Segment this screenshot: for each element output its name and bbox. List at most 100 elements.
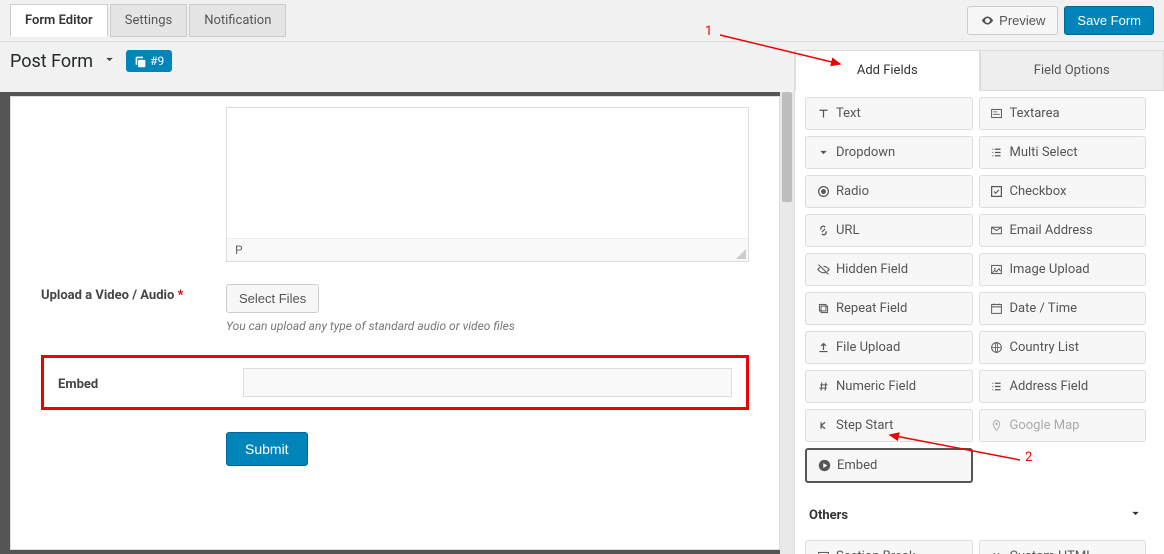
- multiselect-icon: [990, 146, 1004, 160]
- field-label: Numeric Field: [836, 379, 916, 394]
- field-textarea[interactable]: Textarea: [979, 97, 1147, 130]
- field-step-start[interactable]: Step Start: [805, 409, 973, 442]
- save-form-button[interactable]: Save Form: [1064, 6, 1154, 35]
- top-tabs: Form Editor Settings Notification: [10, 4, 286, 37]
- custom-fields-grid: Text Textarea Dropdown Multi Select Radio Che…: [805, 91, 1146, 497]
- field-country-list[interactable]: Country List: [979, 331, 1147, 364]
- submit-button[interactable]: Submit: [226, 432, 308, 466]
- step-icon: [816, 419, 830, 433]
- tab-label: Settings: [125, 13, 172, 28]
- field-custom-html[interactable]: Custom HTML: [979, 540, 1147, 554]
- submit-label: Submit: [245, 441, 289, 457]
- dropdown-icon: [816, 146, 830, 160]
- rte-path: P: [235, 243, 243, 257]
- radio-icon: [816, 185, 830, 199]
- field-label: Address Field: [1010, 379, 1089, 394]
- tab-notification[interactable]: Notification: [189, 4, 286, 37]
- submit-row: Submit: [41, 432, 749, 466]
- tab-label: Notification: [204, 13, 271, 28]
- sidebar: Add Fields Field Options Text Textarea Dro…: [794, 50, 1164, 554]
- field-label: Text: [836, 106, 861, 121]
- text-icon: [816, 107, 830, 121]
- field-label: Section Break: [836, 549, 916, 554]
- upload-icon: [816, 341, 830, 355]
- field-label: Repeat Field: [836, 301, 907, 316]
- field-google-map: Google Map: [979, 409, 1147, 442]
- field-radio[interactable]: Radio: [805, 175, 973, 208]
- field-label: Google Map: [1010, 418, 1080, 433]
- others-section-toggle[interactable]: Others: [805, 497, 1146, 534]
- field-email-address[interactable]: Email Address: [979, 214, 1147, 247]
- field-numeric-field[interactable]: Numeric Field: [805, 370, 973, 403]
- field-hidden-field[interactable]: Hidden Field: [805, 253, 973, 286]
- form-id-text: #9: [150, 54, 164, 68]
- chevron-down-icon: [1129, 507, 1142, 524]
- field-label: Dropdown: [836, 145, 895, 160]
- preview-button[interactable]: Preview: [967, 6, 1058, 35]
- select-files-button[interactable]: Select Files: [226, 284, 319, 313]
- field-url[interactable]: URL: [805, 214, 973, 247]
- form-title: Post Form: [10, 51, 93, 72]
- resize-handle-icon[interactable]: [736, 249, 746, 259]
- rte-row: P: [41, 107, 749, 262]
- others-label: Others: [809, 508, 848, 523]
- field-label: Custom HTML: [1010, 549, 1094, 554]
- repeat-icon: [816, 302, 830, 316]
- field-label: URL: [836, 223, 859, 238]
- field-repeat-field[interactable]: Repeat Field: [805, 292, 973, 325]
- tab-add-fields-label: Add Fields: [857, 63, 918, 78]
- field-date-time[interactable]: Date / Time: [979, 292, 1147, 325]
- section-icon: [816, 550, 830, 554]
- field-section-break[interactable]: Section Break: [805, 540, 973, 554]
- editor-scrollbar[interactable]: [780, 92, 794, 554]
- field-label: Country List: [1010, 340, 1080, 355]
- editor-scrollbar-thumb[interactable]: [782, 92, 792, 202]
- checkbox-icon: [990, 185, 1004, 199]
- field-image-upload[interactable]: Image Upload: [979, 253, 1147, 286]
- copy-icon: [134, 55, 147, 68]
- field-label: Step Start: [836, 418, 893, 433]
- tab-field-options[interactable]: Field Options: [980, 50, 1164, 91]
- field-address-field[interactable]: Address Field: [979, 370, 1147, 403]
- upload-label: Upload a Video / Audio: [41, 288, 174, 303]
- textarea-icon: [990, 107, 1004, 121]
- field-file-upload[interactable]: File Upload: [805, 331, 973, 364]
- play-icon: [817, 459, 831, 473]
- field-label: Radio: [836, 184, 869, 199]
- tab-label: Form Editor: [25, 13, 93, 28]
- field-label: Hidden Field: [836, 262, 908, 277]
- rich-text-editor[interactable]: P: [226, 107, 749, 262]
- form-id-badge[interactable]: #9: [126, 50, 172, 72]
- required-star: *: [178, 288, 184, 303]
- embed-input[interactable]: [243, 368, 732, 397]
- field-checkbox[interactable]: Checkbox: [979, 175, 1147, 208]
- field-label: Checkbox: [1010, 184, 1067, 199]
- topbar: Form EditorSettingsNotification Preview …: [0, 0, 1164, 42]
- field-dropdown[interactable]: Dropdown: [805, 136, 973, 169]
- chevron-down-icon[interactable]: [103, 53, 116, 70]
- image-icon: [990, 263, 1004, 277]
- hash-icon: [816, 380, 830, 394]
- upload-row: Upload a Video / Audio * Select Files Yo…: [41, 284, 749, 333]
- hidden-icon: [816, 263, 830, 277]
- field-embed[interactable]: Embed: [805, 448, 973, 483]
- tab-form-editor[interactable]: Form Editor: [10, 4, 108, 37]
- globe-icon: [990, 341, 1004, 355]
- embed-row: Embed: [41, 355, 749, 410]
- editor-column: P Upload a Video / Audio *: [0, 92, 794, 554]
- tab-add-fields[interactable]: Add Fields: [795, 50, 980, 91]
- tab-field-options-label: Field Options: [1034, 63, 1110, 78]
- field-text[interactable]: Text: [805, 97, 973, 130]
- eye-icon: [980, 14, 994, 28]
- address-icon: [990, 380, 1004, 394]
- link-icon: [816, 224, 830, 238]
- field-multi-select[interactable]: Multi Select: [979, 136, 1147, 169]
- calendar-icon: [990, 302, 1004, 316]
- tab-settings[interactable]: Settings: [110, 4, 187, 37]
- field-label: Multi Select: [1010, 145, 1078, 160]
- save-form-label: Save Form: [1077, 13, 1141, 28]
- embed-label: Embed: [58, 377, 98, 392]
- field-label: File Upload: [836, 340, 900, 355]
- upload-hint: You can upload any type of standard audi…: [226, 319, 749, 333]
- code-icon: [990, 550, 1004, 554]
